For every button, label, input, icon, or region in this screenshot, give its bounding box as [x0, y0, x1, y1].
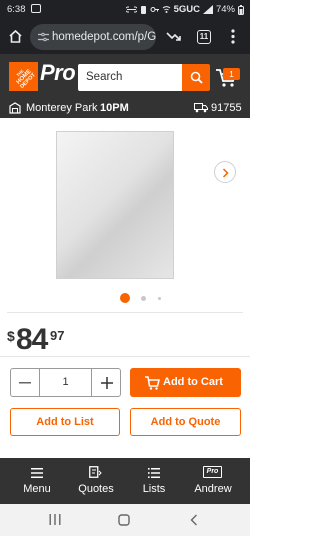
notification-icon	[31, 4, 41, 13]
home-button-icon[interactable]	[118, 514, 130, 526]
bottom-navigation: Menu Quotes Lists Pro Andrew	[0, 458, 250, 504]
delivery-truck-icon	[194, 103, 208, 113]
pro-label: Pro	[40, 60, 76, 85]
cart-count-badge: 1	[223, 68, 240, 80]
product-image-gallery	[6, 121, 244, 312]
nav-label: Andrew	[194, 483, 232, 495]
signal-icon	[202, 5, 213, 14]
nav-item-quotes[interactable]: Quotes	[67, 458, 125, 504]
price-dollars: 84	[16, 323, 48, 356]
link-icon	[125, 6, 137, 13]
url-bar[interactable]: homedepot.com/p/G	[30, 24, 156, 50]
home-icon[interactable]	[8, 29, 23, 44]
zip-code: 91755	[211, 102, 242, 114]
back-icon[interactable]	[190, 514, 198, 526]
chevron-right-icon	[222, 168, 229, 178]
carousel-dot-active[interactable]	[120, 293, 130, 303]
key-icon	[150, 7, 159, 12]
store-icon	[9, 102, 21, 114]
price-cents: 97	[50, 328, 65, 343]
android-navigation-bar	[0, 504, 250, 536]
gallery-divider	[7, 312, 243, 313]
search-button[interactable]	[182, 64, 210, 91]
nav-label: Quotes	[78, 483, 114, 495]
battery-saver-icon	[140, 5, 146, 14]
plus-icon	[101, 377, 113, 389]
price-currency: $	[7, 328, 15, 344]
quantity-stepper: 1	[10, 368, 121, 397]
menu-icon	[31, 468, 43, 478]
add-to-cart-button[interactable]: Add to Cart	[130, 368, 241, 397]
search-input[interactable]: Search	[78, 64, 182, 91]
add-to-quote-button[interactable]: Add to Quote	[130, 408, 241, 436]
store-row[interactable]: Monterey Park 10PM 91755	[0, 98, 250, 118]
cart-icon	[145, 376, 160, 390]
network-type: 5GUC	[173, 4, 200, 15]
battery-icon	[238, 4, 244, 15]
search-icon	[190, 71, 203, 84]
site-info-icon[interactable]	[38, 32, 49, 42]
add-to-cart-label: Add to Cart	[163, 376, 223, 388]
browser-toolbar: homedepot.com/p/G 11	[0, 20, 250, 54]
trending-icon[interactable]	[166, 30, 181, 44]
home-depot-logo-mark: THE HOME DEPOT	[9, 62, 38, 91]
lists-icon	[148, 468, 160, 478]
pro-account-icon: Pro	[203, 466, 222, 478]
store-hours: 10PM	[100, 102, 129, 114]
increment-button[interactable]	[93, 369, 121, 396]
nav-item-menu[interactable]: Menu	[8, 458, 66, 504]
nav-item-lists[interactable]: Lists	[125, 458, 183, 504]
product-image[interactable]	[56, 131, 174, 279]
quotes-icon	[89, 466, 102, 478]
add-to-list-button[interactable]: Add to List	[10, 408, 120, 436]
battery-percent: 74%	[215, 4, 235, 15]
nav-item-account[interactable]: Pro Andrew	[184, 458, 242, 504]
section-divider	[0, 356, 250, 357]
carousel-dot[interactable]	[158, 297, 161, 300]
next-image-button[interactable]	[214, 161, 236, 183]
url-text: homedepot.com/p/G	[52, 31, 156, 43]
site-header: THE HOME DEPOT Pro Search	[0, 54, 250, 98]
quantity-input[interactable]: 1	[39, 369, 92, 396]
nav-label: Menu	[23, 483, 51, 495]
recent-apps-icon[interactable]	[49, 514, 61, 525]
status-right: 5GUC 74%	[125, 4, 244, 15]
wifi-calling-icon	[162, 6, 170, 13]
nav-label: Lists	[142, 483, 166, 495]
home-depot-logo[interactable]: THE HOME DEPOT	[9, 62, 38, 91]
more-icon[interactable]	[231, 29, 235, 44]
status-bar: 6:38 5GUC 74%	[0, 0, 250, 20]
carousel-dot[interactable]	[141, 296, 146, 301]
decrement-button[interactable]	[11, 369, 39, 396]
minus-icon	[19, 382, 31, 384]
store-name: Monterey Park	[26, 102, 98, 114]
status-time: 6:38	[7, 4, 26, 15]
tabs-icon[interactable]: 11	[197, 30, 211, 44]
